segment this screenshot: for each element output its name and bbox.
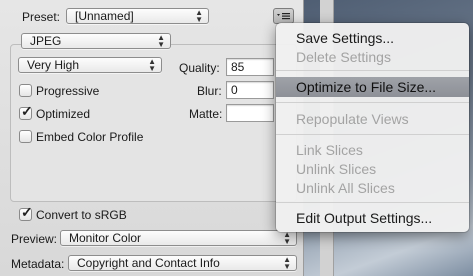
blur-field[interactable]: 0 xyxy=(226,81,274,99)
chevron-updown-icon: ▲ ▼ xyxy=(157,33,165,49)
preview-value: Monitor Color xyxy=(69,231,142,245)
optimized-checkbox[interactable]: ✓ xyxy=(19,103,33,120)
chevron-updown-icon: ▲ ▼ xyxy=(148,57,156,73)
menu-item-save-settings[interactable]: Save Settings... xyxy=(276,28,469,48)
quality-field[interactable]: 85 xyxy=(226,58,274,76)
format-select[interactable]: JPEG ▲ ▼ xyxy=(21,33,171,49)
optimize-menu: Save Settings... Delete Settings Optimiz… xyxy=(276,23,469,232)
quality-preset-value: Very High xyxy=(27,58,80,72)
chevron-updown-icon: ▲ ▼ xyxy=(195,8,203,24)
chevron-updown-icon: ▲ ▼ xyxy=(283,255,291,271)
menu-item-delete-settings[interactable]: Delete Settings xyxy=(276,47,469,67)
menu-icon xyxy=(277,13,290,20)
optimize-menu-button[interactable] xyxy=(273,8,294,24)
chevron-updown-icon: ▲ ▼ xyxy=(283,230,291,246)
menu-separator xyxy=(276,70,469,71)
menu-item-unlink-all-slices[interactable]: Unlink All Slices xyxy=(276,178,469,198)
optimized-label: Optimized xyxy=(36,107,91,121)
metadata-select[interactable]: Copyright and Contact Info ▲ ▼ xyxy=(68,255,297,271)
checkmark-icon: ✓ xyxy=(21,204,33,220)
preset-select[interactable]: [Unnamed] ▲ ▼ xyxy=(66,8,209,24)
metadata-label: Metadata: xyxy=(11,257,65,271)
settings-panel: Preset: [Unnamed] ▲ ▼ JPEG ▲ ▼ Very High ▲… xyxy=(0,0,304,276)
convert-srgb-label: Convert to sRGB xyxy=(36,208,127,222)
progressive-label: Progressive xyxy=(36,84,100,98)
quality-label: Quality: xyxy=(179,61,220,75)
quality-preset-select[interactable]: Very High ▲ ▼ xyxy=(18,57,162,73)
matte-label: Matte: xyxy=(189,107,223,121)
menu-separator xyxy=(276,134,469,135)
embed-profile-label: Embed Color Profile xyxy=(36,130,144,144)
convert-srgb-checkbox[interactable]: ✓ xyxy=(19,204,33,221)
format-value: JPEG xyxy=(30,34,62,48)
metadata-value: Copyright and Contact Info xyxy=(77,256,220,270)
menu-item-unlink-slices[interactable]: Unlink Slices xyxy=(276,159,469,179)
progressive-checkbox[interactable] xyxy=(19,84,32,97)
menu-item-repopulate-views[interactable]: Repopulate Views xyxy=(276,109,469,129)
menu-item-link-slices[interactable]: Link Slices xyxy=(276,140,469,160)
preset-label: Preset: xyxy=(22,10,61,24)
preview-select[interactable]: Monitor Color ▲ ▼ xyxy=(60,230,297,246)
preset-value: [Unnamed] xyxy=(75,9,134,23)
menu-separator xyxy=(276,102,469,103)
menu-item-optimize-to-file-size[interactable]: Optimize to File Size... xyxy=(276,77,469,97)
matte-field[interactable] xyxy=(226,104,274,122)
blur-label: Blur: xyxy=(197,84,222,98)
menu-separator xyxy=(276,202,469,203)
menu-item-edit-output-settings[interactable]: Edit Output Settings... xyxy=(276,208,469,228)
preview-label: Preview: xyxy=(11,232,58,246)
embed-profile-checkbox[interactable] xyxy=(19,130,32,143)
checkmark-icon: ✓ xyxy=(21,103,33,119)
